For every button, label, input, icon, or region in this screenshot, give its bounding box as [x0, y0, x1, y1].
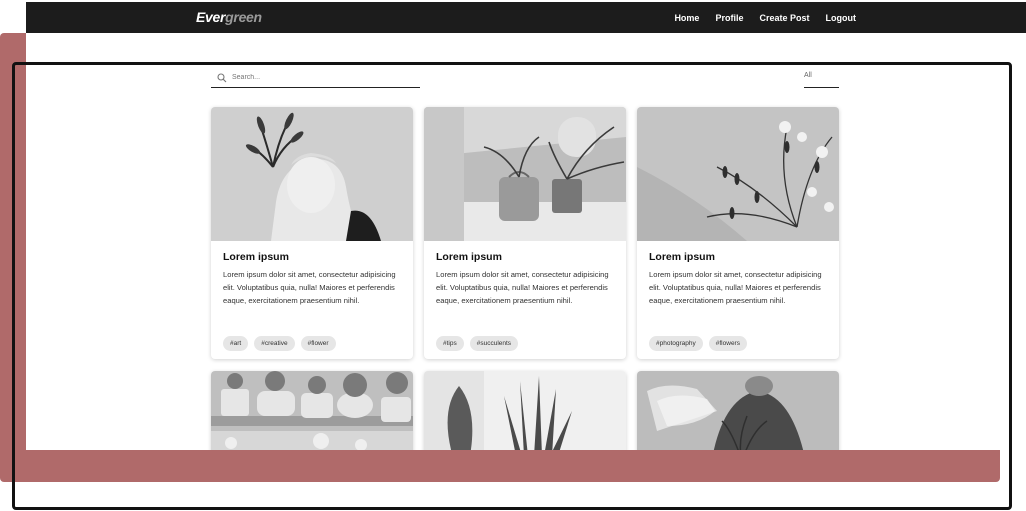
filter-selected-value: All	[804, 72, 812, 79]
nav-home-link[interactable]: Home	[674, 13, 699, 23]
post-title[interactable]: Lorem ipsum	[223, 251, 401, 263]
post-card[interactable]	[637, 371, 839, 450]
post-excerpt: Lorem ipsum dolor sit amet, consectetur …	[649, 270, 822, 305]
nav-create-post-link[interactable]: Create Post	[759, 13, 809, 23]
nav-links: Home Profile Create Post Logout	[674, 2, 856, 33]
tag-chip[interactable]: #flowers	[708, 336, 747, 351]
tag-chip[interactable]: #flower	[300, 336, 336, 351]
search-input[interactable]	[232, 74, 412, 81]
page-viewport: Evergreen Home Profile Create Post Logou…	[26, 2, 1026, 450]
post-tags: #art #creative #flower	[223, 336, 336, 351]
search-icon	[217, 72, 227, 82]
post-image-snake-plant	[424, 371, 626, 450]
post-title[interactable]: Lorem ipsum	[436, 251, 614, 263]
post-excerpt: Lorem ipsum dolor sit amet, consectetur …	[223, 270, 396, 305]
nav-logout-link[interactable]: Logout	[826, 13, 857, 23]
tag-chip[interactable]: #photography	[649, 336, 703, 351]
post-card[interactable]: Lorem ipsum Lorem ipsum dolor sit amet, …	[211, 107, 413, 359]
nav-profile-link[interactable]: Profile	[715, 13, 743, 23]
post-card[interactable]: Lorem ipsum Lorem ipsum dolor sit amet, …	[424, 107, 626, 359]
tag-chip[interactable]: #art	[223, 336, 249, 351]
post-card[interactable]	[424, 371, 626, 450]
post-image-statue	[211, 107, 413, 241]
category-filter-select[interactable]: All	[804, 68, 839, 88]
tag-chip[interactable]: #creative	[254, 336, 295, 351]
post-image-potted-plants	[424, 107, 626, 241]
post-image-flower-bouquet	[637, 107, 839, 241]
search-bar	[211, 68, 420, 88]
post-title[interactable]: Lorem ipsum	[649, 251, 827, 263]
top-navbar: Evergreen Home Profile Create Post Logou…	[26, 2, 1026, 33]
evergreen-logo[interactable]: Evergreen	[196, 9, 262, 25]
post-tags: #photography #flowers	[649, 336, 747, 351]
post-excerpt: Lorem ipsum dolor sit amet, consectetur …	[436, 270, 609, 305]
tag-chip[interactable]: #succulents	[469, 336, 519, 351]
post-image-succulent-pots	[211, 371, 413, 450]
post-card[interactable]: Lorem ipsum Lorem ipsum dolor sit amet, …	[637, 107, 839, 359]
post-tags: #tips #succulents	[436, 336, 519, 351]
post-card[interactable]	[211, 371, 413, 450]
tag-chip[interactable]: #tips	[436, 336, 464, 351]
post-image-watering-plant	[637, 371, 839, 450]
